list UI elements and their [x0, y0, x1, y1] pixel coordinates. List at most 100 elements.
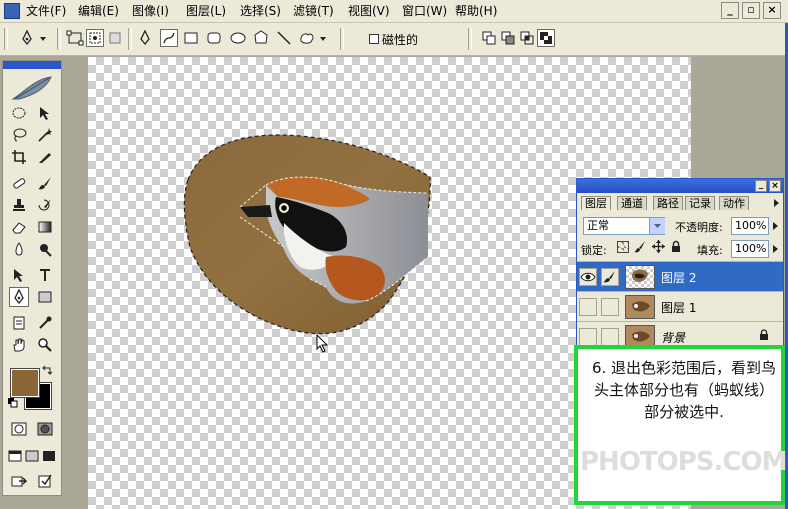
line-shape-icon[interactable]	[275, 29, 293, 47]
dodge-tool-icon[interactable]	[35, 239, 55, 259]
slice-tool-icon[interactable]	[35, 147, 55, 167]
brush-link-icon[interactable]	[601, 268, 619, 286]
paths-mode-icon[interactable]	[86, 29, 104, 47]
link-toggle[interactable]	[601, 298, 619, 316]
notes-tool-icon[interactable]	[9, 313, 29, 333]
menu-select[interactable]: 选择(S)	[240, 3, 281, 19]
menu-window[interactable]: 窗口(W)	[402, 3, 447, 19]
clone-stamp-icon[interactable]	[9, 195, 29, 215]
menu-filter[interactable]: 滤镜(T)	[293, 3, 334, 19]
eye-icon[interactable]	[579, 268, 597, 286]
lock-image-icon[interactable]	[634, 240, 647, 253]
blur-tool-icon[interactable]	[9, 239, 29, 259]
menu-image[interactable]: 图像(I)	[132, 3, 169, 19]
rounded-rectangle-icon[interactable]	[205, 29, 223, 47]
eraser-tool-icon[interactable]	[9, 217, 29, 237]
divider	[128, 28, 132, 50]
shape-dropdown-icon[interactable]	[318, 29, 328, 47]
rectangle-shape-icon[interactable]	[182, 29, 200, 47]
layer-name: 背景	[661, 331, 686, 345]
pen-preset-icon[interactable]	[18, 29, 36, 47]
exclude-overlap-icon[interactable]	[537, 29, 555, 47]
minimize-button[interactable]: _	[721, 2, 739, 19]
fill-input[interactable]: 100%	[731, 240, 769, 258]
screen-mode-standard-icon[interactable]	[7, 446, 23, 466]
magnetic-checkbox[interactable]	[369, 34, 379, 44]
lock-transparency-icon[interactable]	[617, 241, 629, 253]
screen-mode-full-icon[interactable]	[41, 446, 57, 466]
healing-brush-icon[interactable]	[9, 173, 29, 193]
menu-layer[interactable]: 图层(L)	[186, 3, 226, 19]
screen-mode-full-menu-icon[interactable]	[24, 446, 40, 466]
watermark-text: PHOTOPS.COM	[580, 447, 787, 477]
pen-tool-icon[interactable]	[9, 287, 29, 307]
fill-arrow-icon[interactable]	[769, 240, 781, 258]
rectangle-tool-icon[interactable]	[35, 287, 55, 307]
link-toggle[interactable]	[601, 328, 619, 346]
quick-mask-icon[interactable]	[35, 419, 55, 439]
close-button[interactable]: ×	[763, 2, 781, 19]
add-to-path-icon[interactable]	[480, 29, 498, 47]
visibility-toggle[interactable]	[579, 298, 597, 316]
layer-row-background[interactable]: 背景	[577, 321, 783, 349]
lasso-tool-icon[interactable]	[9, 125, 29, 145]
subtract-from-path-icon[interactable]	[499, 29, 517, 47]
brush-tool-icon[interactable]	[35, 173, 55, 193]
opacity-input[interactable]: 100%	[731, 217, 769, 235]
tab-history[interactable]: 记录	[685, 196, 715, 210]
jump-to-imageready-icon[interactable]	[9, 471, 29, 491]
eyedropper-tool-icon[interactable]	[35, 313, 55, 333]
menu-edit[interactable]: 编辑(E)	[78, 3, 119, 19]
restore-button[interactable]: ▫	[742, 2, 760, 19]
default-colors-icon[interactable]	[8, 397, 18, 408]
pen-tool-option-icon[interactable]	[136, 29, 154, 47]
visibility-toggle[interactable]	[579, 328, 597, 346]
type-tool-icon[interactable]	[35, 265, 55, 285]
divider	[57, 28, 61, 50]
preset-dropdown-icon[interactable]	[38, 29, 48, 47]
tab-layers[interactable]: 图层	[581, 196, 611, 210]
annotation-box: 6. 退出色彩范围后，看到鸟头主体部分也有（蚂蚁线）部分被选中. PHOTOPS…	[574, 345, 787, 505]
tab-paths[interactable]: 路径	[653, 196, 683, 210]
opacity-label: 不透明度:	[675, 221, 723, 234]
history-brush-icon[interactable]	[35, 195, 55, 215]
menu-help[interactable]: 帮助(H)	[455, 3, 497, 19]
marquee-tool-icon[interactable]	[9, 103, 29, 123]
panel-minimize-button[interactable]: _	[755, 180, 767, 192]
swap-colors-icon[interactable]	[41, 365, 53, 377]
panel-close-button[interactable]: ×	[769, 180, 781, 192]
panel-menu-arrow-icon[interactable]	[771, 197, 781, 209]
blend-mode-dropdown-icon[interactable]	[649, 218, 665, 234]
imageready-icon[interactable]	[35, 471, 55, 491]
tab-actions[interactable]: 动作	[719, 196, 749, 210]
foreground-color-fill	[10, 368, 40, 398]
gradient-tool-icon[interactable]	[35, 217, 55, 237]
zoom-tool-icon[interactable]	[35, 335, 55, 355]
polygon-shape-icon[interactable]	[252, 29, 270, 47]
magic-wand-icon[interactable]	[35, 125, 55, 145]
lock-position-icon[interactable]	[652, 240, 665, 253]
fill-pixels-icon[interactable]	[106, 29, 124, 47]
feather-logo-icon[interactable]	[9, 73, 55, 103]
hand-tool-icon[interactable]	[9, 335, 29, 355]
custom-shape-icon[interactable]	[298, 29, 316, 47]
standard-mode-icon[interactable]	[9, 419, 29, 439]
divider	[340, 28, 344, 50]
layer-row-layer2[interactable]: 图层 2	[577, 261, 783, 291]
menu-file[interactable]: 文件(F)	[26, 3, 66, 19]
move-tool-icon[interactable]	[35, 103, 55, 123]
crop-tool-icon[interactable]	[9, 147, 29, 167]
layer-row-layer1[interactable]: 图层 1	[577, 291, 783, 321]
photoshop-app-icon[interactable]	[4, 3, 20, 19]
path-selection-icon[interactable]	[9, 265, 29, 285]
lock-all-icon[interactable]	[670, 240, 682, 253]
layers-panel-titlebar[interactable]	[577, 179, 783, 193]
tab-channels[interactable]: 通道	[617, 196, 647, 210]
freeform-pen-option-icon[interactable]	[160, 29, 178, 47]
toolbox-titlebar[interactable]	[3, 61, 61, 69]
opacity-arrow-icon[interactable]	[769, 217, 781, 235]
shape-layers-icon[interactable]	[66, 29, 84, 47]
ellipse-shape-icon[interactable]	[229, 29, 247, 47]
menu-view[interactable]: 视图(V)	[348, 3, 390, 19]
intersect-path-icon[interactable]	[518, 29, 536, 47]
